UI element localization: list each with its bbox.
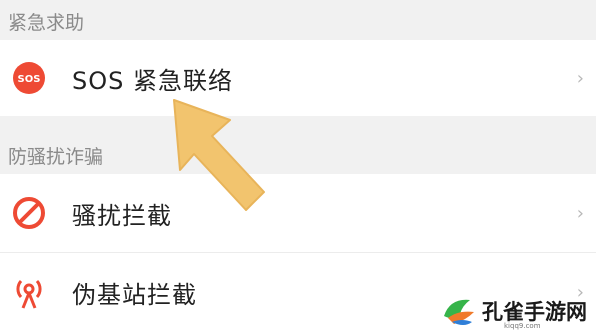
section-header-emergency: 紧急求助 bbox=[8, 12, 85, 34]
watermark-url: kiqq9.com bbox=[504, 322, 541, 330]
harassment-interception-item[interactable]: 骚扰拦截 › bbox=[0, 174, 596, 252]
pointer-arrow-icon bbox=[160, 92, 270, 226]
sos-icon: SOS bbox=[11, 60, 47, 96]
signal-tower-icon bbox=[11, 275, 47, 311]
chevron-right-icon: › bbox=[576, 67, 584, 89]
peacock-logo-icon bbox=[444, 299, 474, 325]
chevron-right-icon: › bbox=[576, 202, 584, 224]
section-header-anti-harassment: 防骚扰诈骗 bbox=[8, 146, 104, 168]
sos-emergency-contact-label: SOS 紧急联络 bbox=[72, 66, 233, 95]
block-icon bbox=[11, 195, 47, 231]
pseudo-base-station-label: 伪基站拦截 bbox=[72, 281, 197, 309]
harassment-interception-label: 骚扰拦截 bbox=[72, 201, 172, 230]
sos-emergency-contact-item[interactable]: SOS SOS 紧急联络 › bbox=[0, 40, 596, 116]
svg-text:SOS: SOS bbox=[18, 74, 41, 85]
